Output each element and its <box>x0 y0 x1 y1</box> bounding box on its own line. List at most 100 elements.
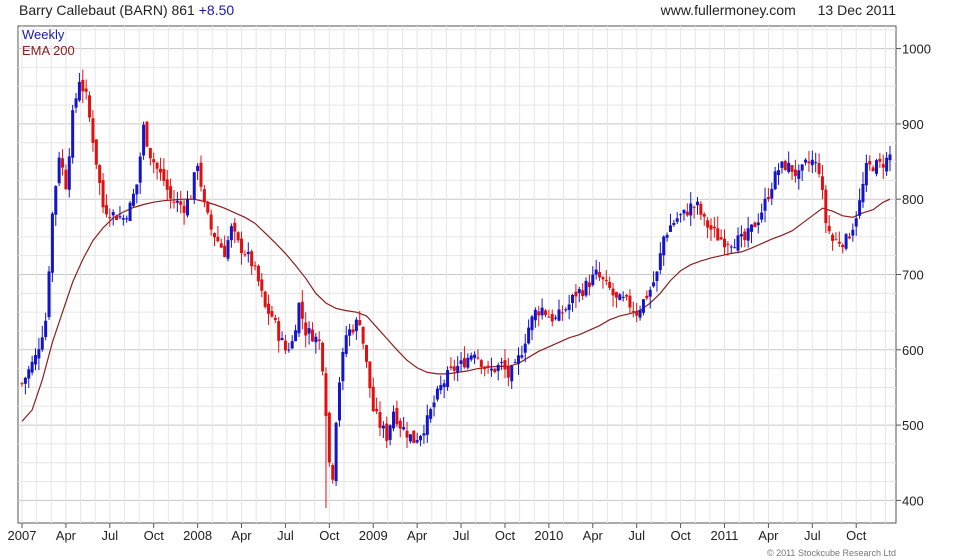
candle-body-down <box>878 158 882 162</box>
candle-body-down <box>172 201 176 203</box>
candle-body-down <box>699 203 703 215</box>
candle-body-down <box>104 205 108 215</box>
candle-body-down <box>371 386 375 412</box>
x-tick-label: Apr <box>583 528 604 543</box>
candle-body-down <box>449 366 453 368</box>
candle-body-down <box>625 294 629 297</box>
candle-body-down <box>783 160 787 170</box>
candle-body-down <box>462 358 466 368</box>
candle-body-down <box>283 340 287 351</box>
candle-body-down <box>364 345 368 362</box>
candle-body-up <box>27 369 31 379</box>
candle-body-down <box>378 412 382 428</box>
candle-body-up <box>533 309 537 321</box>
candle-body-down <box>881 164 885 168</box>
candle-body-down <box>598 272 602 278</box>
chart-date: 13 Dec 2011 <box>817 2 896 18</box>
candle-body-down <box>155 162 159 169</box>
candle-body-down <box>267 303 271 314</box>
candle-body-up <box>175 200 179 203</box>
candle-body-up <box>864 162 868 186</box>
candle-body-up <box>523 343 527 353</box>
candle-body-up <box>496 364 500 371</box>
candle-body-up <box>591 274 595 286</box>
candle-body-up <box>780 161 784 168</box>
candle-body-up <box>854 218 858 227</box>
candle-body-up <box>739 234 743 237</box>
x-tick-label: Oct <box>319 528 340 543</box>
candle-body-up <box>111 212 115 216</box>
candle-body-up <box>763 198 767 211</box>
candle-body-down <box>253 265 257 267</box>
candle-body-up <box>489 368 493 371</box>
candle-body-down <box>162 169 166 181</box>
x-tick-label: Jul <box>628 528 645 543</box>
candle-body-up <box>432 402 436 408</box>
candle-body-down <box>385 423 389 441</box>
candle-body-up <box>885 157 889 172</box>
y-tick-label: 700 <box>902 268 924 283</box>
candle-body-up <box>672 222 676 226</box>
candle-body-down <box>486 365 490 368</box>
candle-body-down <box>817 163 821 175</box>
candle-body-up <box>540 307 544 316</box>
candle-body-up <box>760 212 764 220</box>
candle-body-up <box>638 310 642 318</box>
candle-body-up <box>67 156 71 190</box>
candle-body-up <box>74 98 78 108</box>
candle-body-down <box>189 198 193 200</box>
candle-body-down <box>614 292 618 298</box>
x-tick-label: Apr <box>758 528 779 543</box>
x-axis: 2007 Apr Jul Oct 2008 Apr Jul Oct 2009 Apr Jul Oct 2… <box>8 523 867 543</box>
candle-body-down <box>324 373 328 417</box>
candle-body-up <box>118 216 122 218</box>
candle-body-down <box>88 95 92 118</box>
candle-body-down <box>209 214 213 230</box>
candle-body-down <box>547 316 551 318</box>
candle-body-down <box>206 201 210 213</box>
candle-body-up <box>668 225 672 232</box>
x-tick-label: Jul <box>453 528 470 543</box>
candle-body-down <box>152 159 156 163</box>
candle-body-up <box>128 202 132 222</box>
candle-body-up <box>756 222 760 226</box>
candle-body-up <box>125 218 129 220</box>
candle-body-up <box>135 184 139 195</box>
candle-body-down <box>219 243 223 248</box>
candle-body-down <box>719 237 723 240</box>
candle-body-up <box>47 271 51 318</box>
candle-body-down <box>300 301 304 319</box>
candle-body-up <box>777 170 781 176</box>
candle-body-up <box>229 226 233 241</box>
candle-body-up <box>804 159 808 163</box>
candle-body-down <box>841 244 845 248</box>
candle-body-down <box>753 222 757 228</box>
candle-body-up <box>851 229 855 236</box>
candle-body-down <box>101 180 105 208</box>
candle-body-up <box>226 240 230 259</box>
candle-body-up <box>618 294 622 301</box>
x-tick-label: 2010 <box>534 528 563 543</box>
header-right: www.fullermoney.com 13 Dec 2011 <box>661 2 896 18</box>
candle-body-up <box>567 304 571 310</box>
candle-body-down <box>685 211 689 216</box>
candle-body-down <box>493 368 497 373</box>
candle-body-down <box>243 254 247 256</box>
candle-body-down <box>476 357 480 359</box>
candle-body-up <box>594 269 598 275</box>
candle-body-down <box>868 161 872 165</box>
candle-body-up <box>527 327 531 344</box>
candle-body-up <box>77 81 81 101</box>
candle-body-up <box>121 218 125 220</box>
candle-body-up <box>57 157 61 184</box>
candle-body-up <box>641 299 645 313</box>
candle-body-up <box>584 280 588 296</box>
candle-body-down <box>327 412 331 463</box>
y-tick-label: 1000 <box>902 42 931 57</box>
candle-body-up <box>689 203 693 216</box>
candle-body-down <box>723 238 727 248</box>
candle-body-down <box>351 329 355 333</box>
candle-body-up <box>422 433 426 436</box>
candle-body-up <box>354 319 358 332</box>
x-tick-label: Apr <box>407 528 428 543</box>
